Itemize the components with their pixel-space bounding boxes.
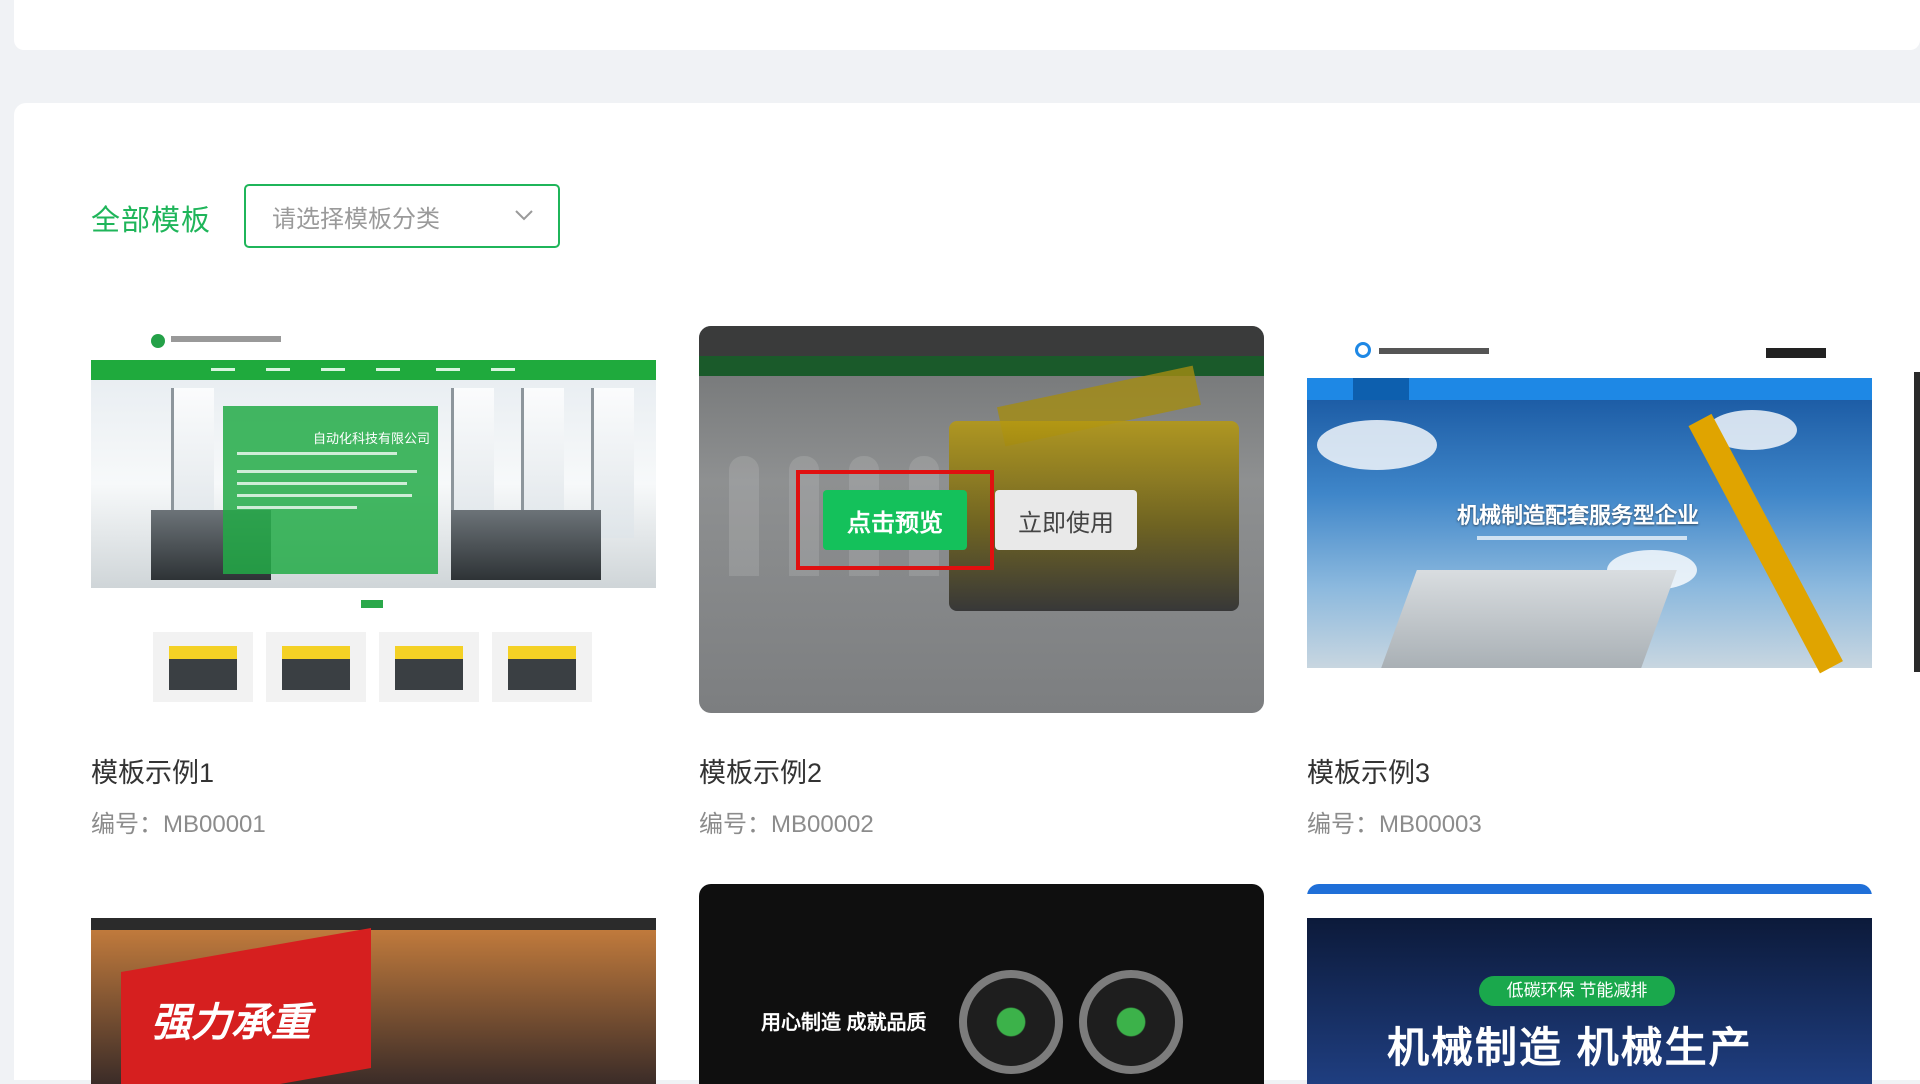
preview-hero-title: 用心制造 成就品质 bbox=[761, 1012, 927, 1034]
preview-hero-title: 强力承重 bbox=[151, 999, 311, 1046]
preview-hero-title: 机械制造 机械生产 bbox=[1387, 1024, 1753, 1071]
preview-hero: 自动化科技有限公司 bbox=[91, 380, 656, 588]
top-panel bbox=[14, 0, 1920, 50]
category-select[interactable]: 请选择模板分类 bbox=[244, 184, 560, 248]
template-card-3[interactable]: 机械制造配套服务型企业 模板示例3 编号：MB00003 bbox=[1307, 326, 1872, 838]
category-select-placeholder: 请选择模板分类 bbox=[272, 205, 440, 233]
preview-hero: 机械制造配套服务型企业 bbox=[1307, 400, 1872, 674]
preview-hero-title: 机械制造配套服务型企业 bbox=[1457, 503, 1700, 528]
chevron-down-icon bbox=[515, 210, 533, 221]
template-code: 编号：MB00001 bbox=[91, 811, 266, 838]
template-thumbnail-3[interactable]: 机械制造配套服务型企业 bbox=[1307, 326, 1872, 713]
preview-badge: 低碳环保 节能减排 bbox=[1479, 976, 1675, 1006]
template-card-2[interactable]: 点击预览 立即使用 模板示例2 编号：MB00002 bbox=[699, 326, 1264, 838]
preview-hero-title: 自动化科技有限公司 bbox=[312, 431, 430, 446]
site-logo-icon bbox=[1355, 342, 1371, 358]
gauge-icon bbox=[959, 970, 1063, 1074]
template-code: 编号：MB00002 bbox=[699, 811, 874, 838]
gauge-icon bbox=[1079, 970, 1183, 1074]
template-card-4-edge bbox=[1914, 372, 1920, 672]
use-now-button[interactable]: 立即使用 bbox=[995, 490, 1137, 550]
template-title[interactable]: 模板示例3 bbox=[1307, 751, 1430, 790]
site-logo-icon bbox=[151, 334, 165, 348]
preview-products bbox=[91, 588, 656, 713]
filter-bar: 全部模板 bbox=[91, 184, 211, 252]
all-templates-label[interactable]: 全部模板 bbox=[91, 197, 211, 239]
template-thumbnail-1[interactable]: 自动化科技有限公司 bbox=[91, 326, 656, 713]
template-title[interactable]: 模板示例1 bbox=[91, 751, 214, 790]
template-title[interactable]: 模板示例2 bbox=[699, 751, 822, 790]
template-thumbnail-5[interactable]: 用心制造 成就品质 bbox=[699, 884, 1264, 1084]
preview-button[interactable]: 点击预览 bbox=[823, 490, 967, 550]
template-card-1[interactable]: 自动化科技有限公司 模板示例1 编号：MB00001 bbox=[91, 326, 656, 838]
template-code: 编号：MB00003 bbox=[1307, 811, 1482, 838]
template-thumbnail-6[interactable]: 低碳环保 节能减排 机械制造 机械生产 bbox=[1307, 884, 1872, 1084]
template-thumbnail-2[interactable]: 点击预览 立即使用 bbox=[699, 326, 1264, 713]
preview-nav-bar bbox=[91, 360, 656, 380]
template-thumbnail-4[interactable]: 强力承重 bbox=[91, 884, 656, 1084]
